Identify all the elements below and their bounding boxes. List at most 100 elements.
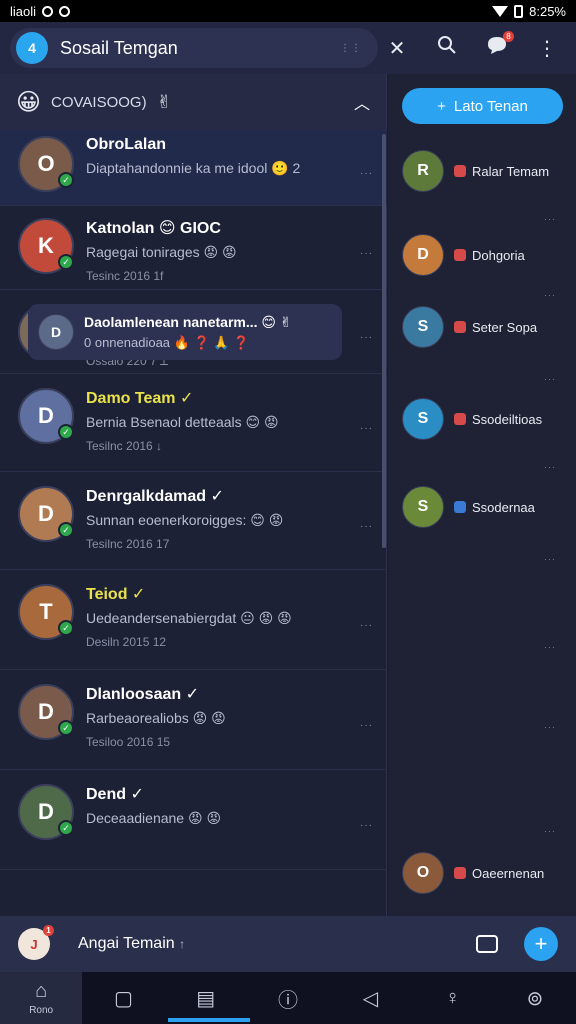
avatar: D ✓ [18,784,74,840]
nav-send[interactable]: ◁ [329,972,411,1024]
chat-row[interactable]: T ✓ Teiod ✓ Uedeandersenabiergdat 😐 😡 😡 … [0,570,387,670]
composer-label: Angai Temain [78,935,175,952]
divider-dots-icon: ··· [544,374,556,384]
avatar: D [38,314,74,350]
chat-row[interactable]: D ✓ Dend ✓ Deceaadienane 😡 😡 ··· [0,770,387,870]
divider-dots-icon: ··· [544,826,556,836]
divider-dots-icon: ··· [544,722,556,732]
friend-name: Ssodeiltioas [472,411,543,427]
more-icon[interactable]: ··· [360,720,373,731]
avatar-initial: S [417,498,429,515]
chat-name: Dlanloosaan ✓ [86,686,199,703]
app-logo-icon: 4 [16,32,48,64]
more-icon[interactable]: ··· [360,248,373,259]
chat-row[interactable]: K ✓ Katnolan 😊 GIOC Ragegai tonirages 😡 … [0,206,387,290]
group-header[interactable]: 😀 COVAISOOG) ✌ ︿ [0,74,386,130]
chat-icon[interactable]: 8 [486,31,514,61]
app-bar: 4 Sosail Temgan ⋮⋮ ✕ 8 ⋮ [0,22,576,74]
more-icon[interactable]: ··· [360,423,373,434]
my-avatar-initial: J [30,936,38,952]
divider-dots-icon: ··· [544,554,556,564]
scrollbar[interactable] [382,134,386,548]
nav-home[interactable]: ⌂ Rono [0,972,83,1024]
friend-item[interactable]: D Dohgoria [402,234,568,276]
more-icon[interactable]: ··· [360,332,373,343]
chat-timestamp: Tesilnc 2016 17 [86,537,170,551]
avatar-initial: D [38,501,54,526]
add-friend-button[interactable]: + Lato Tenan [402,88,563,124]
avatar: O [402,852,444,894]
chat-row[interactable]: O ✓ ObroLalan Diaptahandonnie ka me idoo… [0,130,387,206]
avatar-initial: K [38,233,54,258]
nav-friends-icon: ♀ [445,986,461,1009]
chevron-up-icon[interactable]: ︿ [354,90,370,114]
friend-item[interactable]: O Oaeernenan [402,852,568,894]
friend-name: Dohgoria [472,247,525,263]
nav-home-icon: ⌂ [35,980,48,1002]
nav-feed[interactable]: ▤ [165,972,247,1024]
friend-item[interactable]: S Ssodeiltioas [402,398,568,440]
composer-input[interactable]: Angai Temain ↑ [78,935,185,953]
app-title-pill[interactable]: 4 Sosail Temgan ⋮⋮ [10,28,378,68]
battery-icon [514,4,524,18]
tag-icon [454,249,466,261]
online-status-icon: ✓ [58,424,74,440]
friend-name: Oaeernenan [472,865,545,881]
status-bar: liaoli 8:25% [0,0,576,22]
nav-settings[interactable]: ⊚ [494,972,576,1024]
pill-more-icon[interactable]: ⋮⋮ [340,43,372,54]
nav-chat[interactable]: ▢ [82,972,164,1024]
app-title: Sosail Temgan [60,37,178,58]
avatar-initial: R [417,162,429,179]
status-sync-icon [59,5,71,17]
camera-icon[interactable] [476,935,498,953]
nav-friends[interactable]: ♀ [411,972,493,1024]
friends-panel: + Lato Tenan R Ralar Temam D Dohgoria S … [388,74,576,916]
friend-item[interactable]: S Ssodernaa [402,486,568,528]
more-icon[interactable]: ··· [360,820,373,831]
status-indicator-icon [42,5,54,17]
avatar: S [402,306,444,348]
chat-row[interactable]: D ✓ Denrgalkdamad ✓ Sunnan eoenerkoroigg… [0,472,387,570]
avatar-initial: D [38,403,54,428]
chat-name: Denrgalkdamad ✓ [86,488,224,505]
more-icon[interactable]: ··· [360,521,373,532]
online-status-icon: ✓ [58,172,74,188]
notification-badge: 8 [503,31,514,42]
bottom-navigation: ⌂ Rono ▢ ▤ ⓘ ◁ ♀ ⊚ [0,972,576,1024]
preview-title: Daolamlenean nanetarm... 😊 ✌ [84,313,292,330]
chat-name: Damo Team ✓ [86,390,194,407]
wifi-icon [492,5,509,17]
avatar: D ✓ [18,388,74,444]
friend-item[interactable]: S Seter Sopa [402,306,568,348]
search-icon[interactable] [436,35,458,61]
nav-feed-icon: ▤ [196,987,216,1010]
chat-last-message: Ragegai tonirages 😡 😡 [86,244,237,260]
more-icon[interactable]: ··· [360,620,373,631]
more-icon[interactable]: ··· [360,168,373,179]
composer-suffix: ↑ [179,937,186,951]
avatar: S [402,398,444,440]
chat-name: Katnolan 😊 GIOC [86,220,221,237]
nav-info[interactable]: ⓘ [247,972,329,1024]
nav-info-icon: ⓘ [277,989,298,1012]
message-preview-card[interactable]: D Daolamlenean nanetarm... 😊 ✌ 0 onnenad… [28,304,342,360]
avatar-initial: D [38,799,54,824]
more-vertical-icon[interactable]: ⋮ [536,36,558,61]
compose-fab-button[interactable]: + [524,927,558,961]
preview-subtitle: 0 onnenadioaa 🔥 ❓ 🙏 ❓ [84,334,250,350]
avatar[interactable]: J 1 [18,925,54,960]
chat-row[interactable]: D ✓ Dlanloosaan ✓ Rarbeaorealiobs 😡 😡 Te… [0,670,387,770]
avatar-initial: T [39,599,53,624]
avatar: K ✓ [18,218,74,274]
friend-item[interactable]: R Ralar Temam [402,150,568,192]
chat-row[interactable]: D ✓ Damo Team ✓ Bernia Bsenaol detteaals… [0,374,387,472]
status-carrier: liaoli [10,3,37,19]
close-icon[interactable]: ✕ [386,36,408,61]
tag-icon [454,413,466,425]
online-status-icon: ✓ [58,820,74,836]
add-friend-label: Lato Tenan [453,97,528,115]
avatar-initial: D [417,246,429,263]
chat-last-message: Bernia Bsenaol detteaals 😊 😡 [86,414,279,430]
chat-last-message: Diaptahandonnie ka me idool 🙂 2 [86,160,301,176]
